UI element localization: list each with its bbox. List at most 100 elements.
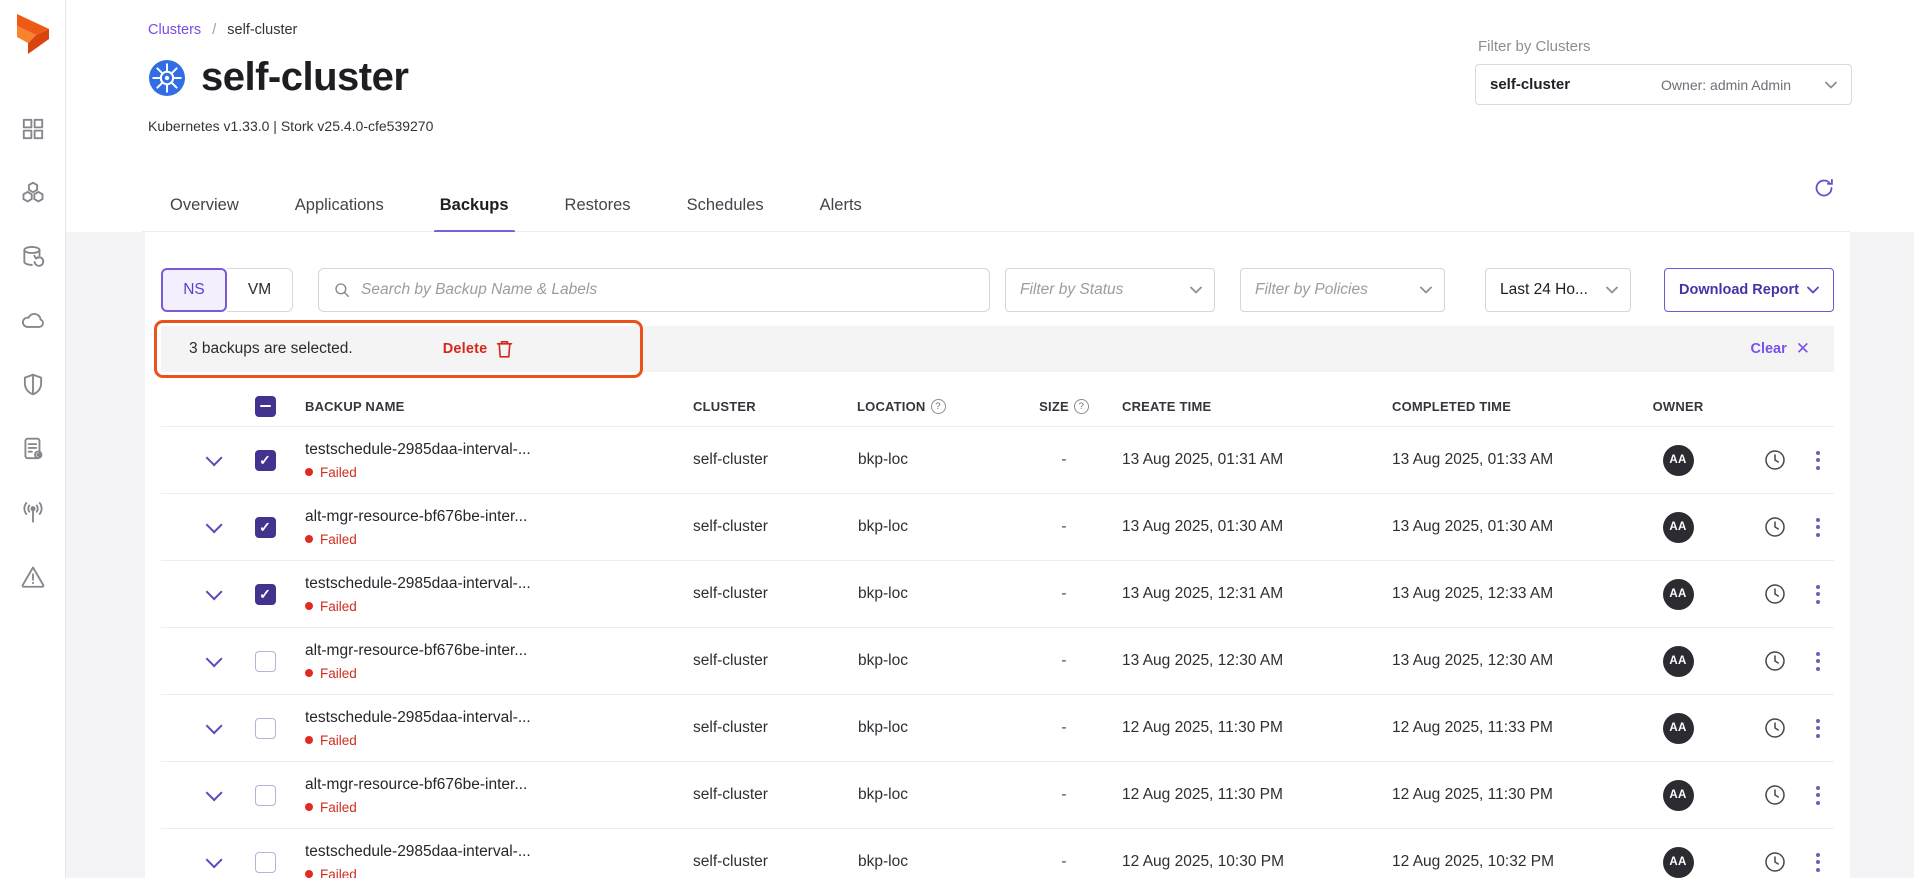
- tab-schedules[interactable]: Schedules: [659, 196, 792, 231]
- tab-backups[interactable]: Backups: [412, 196, 537, 231]
- table-row: testschedule-2985daa-interval-... Failed…: [161, 426, 1834, 493]
- row-checkbox[interactable]: [255, 517, 276, 538]
- clock-history-icon[interactable]: [1762, 581, 1788, 607]
- row-checkbox[interactable]: [255, 718, 276, 739]
- tab-alerts[interactable]: Alerts: [792, 196, 890, 231]
- location-cell: bkp-loc: [857, 451, 1017, 469]
- breadcrumb-clusters-link[interactable]: Clusters: [148, 22, 201, 38]
- cluster-version-subtitle: Kubernetes v1.33.0 | Stork v25.4.0-cfe53…: [148, 118, 433, 134]
- owner-avatar[interactable]: AA: [1663, 713, 1694, 744]
- tab-applications[interactable]: Applications: [267, 196, 412, 231]
- clock-history-icon[interactable]: [1762, 849, 1788, 875]
- policies-filter-dropdown[interactable]: Filter by Policies: [1240, 268, 1445, 312]
- broadcast-antenna-icon[interactable]: [20, 500, 46, 526]
- column-cluster[interactable]: CLUSTER: [691, 399, 857, 414]
- backup-search[interactable]: [318, 268, 990, 312]
- owner-avatar[interactable]: AA: [1663, 780, 1694, 811]
- owner-avatar[interactable]: AA: [1663, 646, 1694, 677]
- column-create-time[interactable]: CREATE TIME: [1111, 399, 1377, 414]
- refresh-button[interactable]: [1812, 176, 1836, 200]
- tab-overview[interactable]: Overview: [142, 196, 267, 231]
- row-checkbox[interactable]: [255, 450, 276, 471]
- backup-name[interactable]: testschedule-2985daa-interval-...: [305, 843, 691, 861]
- backup-name[interactable]: alt-mgr-resource-bf676be-inter...: [305, 776, 691, 794]
- backup-status: Failed: [305, 733, 691, 748]
- expand-row-button[interactable]: [161, 789, 239, 801]
- status-dot-icon: [305, 803, 313, 811]
- row-actions-menu[interactable]: [1801, 782, 1834, 809]
- clock-history-icon[interactable]: [1762, 782, 1788, 808]
- download-report-button[interactable]: Download Report: [1664, 268, 1834, 312]
- completed-time-cell: 12 Aug 2025, 11:30 PM: [1377, 786, 1607, 804]
- expand-row-button[interactable]: [161, 722, 239, 734]
- help-icon[interactable]: ?: [931, 399, 946, 414]
- clear-selection-button[interactable]: Clear ✕: [1750, 339, 1810, 359]
- select-all-checkbox[interactable]: [255, 396, 276, 417]
- backup-name[interactable]: testschedule-2985daa-interval-...: [305, 709, 691, 727]
- portworx-logo[interactable]: [15, 14, 53, 56]
- column-size[interactable]: SIZE?: [1017, 399, 1111, 414]
- backups-table: BACKUP NAME CLUSTER LOCATION? SIZE? CREA…: [161, 386, 1834, 878]
- completed-time-cell: 12 Aug 2025, 11:33 PM: [1377, 719, 1607, 737]
- status-label: Failed: [320, 465, 357, 480]
- clock-history-icon[interactable]: [1762, 715, 1788, 741]
- sidebar: [0, 0, 66, 878]
- owner-avatar[interactable]: AA: [1663, 579, 1694, 610]
- column-owner[interactable]: OWNER: [1607, 399, 1749, 414]
- owner-avatar[interactable]: AA: [1663, 847, 1694, 878]
- search-input[interactable]: [361, 281, 975, 299]
- row-actions-menu[interactable]: [1801, 514, 1834, 541]
- scope-toggle-vm[interactable]: VM: [227, 268, 293, 312]
- tab-restores[interactable]: Restores: [537, 196, 659, 231]
- shield-icon[interactable]: [20, 372, 46, 398]
- row-actions-menu[interactable]: [1801, 581, 1834, 608]
- time-range-dropdown[interactable]: Last 24 Ho...: [1485, 268, 1631, 312]
- owner-avatar[interactable]: AA: [1663, 512, 1694, 543]
- clusters-cubes-icon[interactable]: [20, 180, 46, 206]
- backup-name[interactable]: alt-mgr-resource-bf676be-inter...: [305, 642, 691, 660]
- expand-row-button[interactable]: [161, 655, 239, 667]
- owner-avatar[interactable]: AA: [1663, 445, 1694, 476]
- help-icon[interactable]: ?: [1074, 399, 1089, 414]
- page-header: Clusters / self-cluster self-cluster Kub…: [66, 0, 1914, 232]
- expand-row-button[interactable]: [161, 856, 239, 868]
- backup-name[interactable]: testschedule-2985daa-interval-...: [305, 441, 691, 459]
- clock-history-icon[interactable]: [1762, 648, 1788, 674]
- dashboard-grid-icon[interactable]: [20, 116, 46, 142]
- backup-restore-db-icon[interactable]: [20, 244, 46, 270]
- completed-time-cell: 12 Aug 2025, 10:32 PM: [1377, 853, 1607, 871]
- kubernetes-icon: [148, 59, 186, 97]
- time-range-value: Last 24 Ho...: [1500, 281, 1598, 299]
- chevron-down-icon: [206, 784, 223, 801]
- table-row: alt-mgr-resource-bf676be-inter... Failed…: [161, 493, 1834, 560]
- row-actions-menu[interactable]: [1801, 447, 1834, 474]
- row-checkbox[interactable]: [255, 785, 276, 806]
- column-backup-name[interactable]: BACKUP NAME: [291, 399, 691, 414]
- row-checkbox[interactable]: [255, 651, 276, 672]
- backup-name[interactable]: alt-mgr-resource-bf676be-inter...: [305, 508, 691, 526]
- cluster-cell: self-cluster: [691, 853, 857, 871]
- expand-row-button[interactable]: [161, 454, 239, 466]
- row-checkbox[interactable]: [255, 584, 276, 605]
- row-actions-menu[interactable]: [1801, 715, 1834, 742]
- search-icon: [333, 281, 351, 299]
- column-location[interactable]: LOCATION?: [857, 399, 1017, 414]
- row-checkbox[interactable]: [255, 852, 276, 873]
- column-completed-time[interactable]: COMPLETED TIME: [1377, 399, 1607, 414]
- rules-document-gear-icon[interactable]: [20, 436, 46, 462]
- expand-row-button[interactable]: [161, 521, 239, 533]
- delete-button[interactable]: Delete: [443, 339, 515, 359]
- scope-toggle-ns[interactable]: NS: [161, 268, 227, 312]
- cluster-cell: self-cluster: [691, 652, 857, 670]
- row-actions-menu[interactable]: [1801, 648, 1834, 675]
- cloud-icon[interactable]: [20, 308, 46, 334]
- expand-row-button[interactable]: [161, 588, 239, 600]
- backup-name[interactable]: testschedule-2985daa-interval-...: [305, 575, 691, 593]
- clear-label: Clear: [1750, 341, 1786, 357]
- status-filter-dropdown[interactable]: Filter by Status: [1005, 268, 1215, 312]
- cluster-filter-dropdown[interactable]: self-cluster Owner: admin Admin: [1475, 64, 1852, 105]
- row-actions-menu[interactable]: [1801, 849, 1834, 876]
- clock-history-icon[interactable]: [1762, 447, 1788, 473]
- alerts-warning-icon[interactable]: [20, 564, 46, 590]
- clock-history-icon[interactable]: [1762, 514, 1788, 540]
